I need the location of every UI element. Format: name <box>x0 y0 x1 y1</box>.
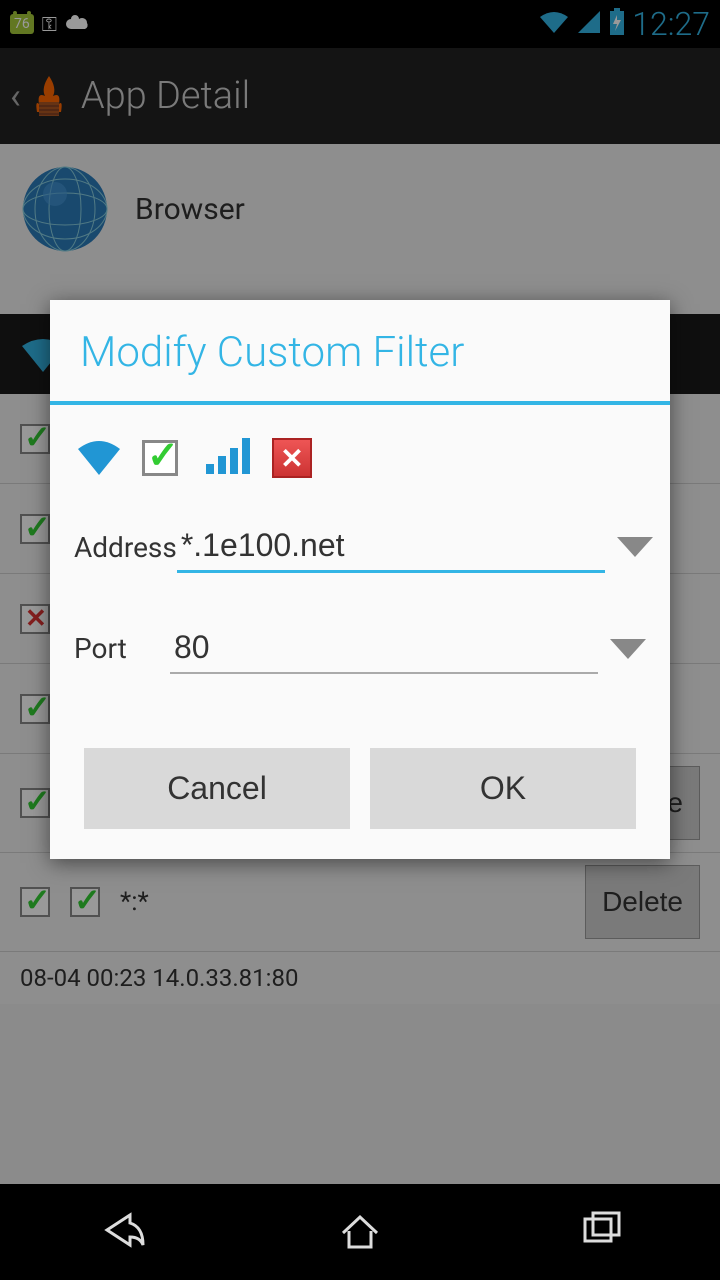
address-input[interactable] <box>177 521 605 573</box>
nav-bar <box>0 1184 720 1280</box>
cloud-icon <box>65 11 93 37</box>
globe-icon <box>20 164 110 254</box>
list-item-text: *:* <box>120 887 585 917</box>
signal-icon <box>206 436 254 480</box>
checkbox-icon[interactable] <box>20 887 50 917</box>
app-logo-icon <box>25 72 73 120</box>
android-badge: 76 <box>10 14 34 34</box>
port-dropdown-icon[interactable] <box>610 639 646 659</box>
signal-status-icon <box>576 9 602 39</box>
connection-icons-row: ✕ <box>74 435 646 481</box>
wifi-status-icon <box>538 9 570 39</box>
status-bar: 76 ⚿ 12:27 <box>0 0 720 48</box>
wifi-checkbox[interactable] <box>142 440 178 476</box>
list-item: *:* Delete <box>0 853 720 952</box>
cancel-button[interactable]: Cancel <box>84 748 350 829</box>
wifi-icon <box>74 435 124 481</box>
port-input[interactable] <box>170 623 598 674</box>
address-label: Address <box>74 531 177 564</box>
nav-recent-button[interactable] <box>575 1205 625 1259</box>
checkbox-icon[interactable] <box>70 887 100 917</box>
dialog-title: Modify Custom Filter <box>50 300 670 401</box>
checkbox-icon[interactable] <box>20 694 50 724</box>
checkbox-icon[interactable] <box>20 788 50 818</box>
address-dropdown-icon[interactable] <box>617 537 653 557</box>
page-title: App Detail <box>81 74 250 118</box>
app-name-label: Browser <box>135 192 245 227</box>
checkbox-icon[interactable] <box>20 424 50 454</box>
port-label: Port <box>74 632 170 665</box>
modify-filter-dialog: Modify Custom Filter ✕ Address <box>50 300 670 859</box>
nav-back-button[interactable] <box>95 1205 145 1259</box>
app-info-row: Browser <box>0 144 720 274</box>
checkbox-icon[interactable] <box>20 514 50 544</box>
log-line: 08-04 00:23 14.0.33.81:80 <box>0 952 720 1004</box>
x-icon[interactable] <box>20 604 50 634</box>
back-icon[interactable]: ‹ <box>10 75 21 117</box>
battery-status-icon <box>608 8 626 40</box>
address-row: Address <box>74 521 646 573</box>
nav-home-button[interactable] <box>335 1205 385 1259</box>
delete-button[interactable]: Delete <box>585 865 700 939</box>
ok-button[interactable]: OK <box>370 748 636 829</box>
key-icon: ⚿ <box>42 12 57 36</box>
status-time: 12:27 <box>632 5 710 43</box>
port-row: Port <box>74 623 646 674</box>
app-bar: ‹ App Detail <box>0 48 720 144</box>
signal-block-icon[interactable]: ✕ <box>272 438 312 478</box>
